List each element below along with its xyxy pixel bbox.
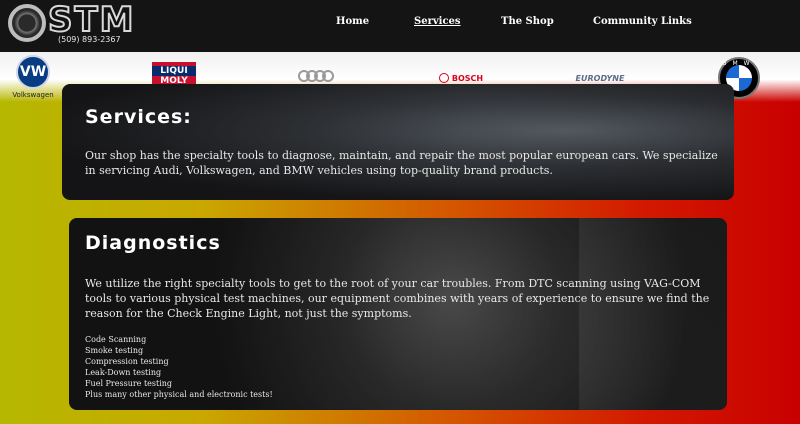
list-item: Code Scanning [85, 335, 147, 344]
diagnostics-description: We utilize the right specialty tools to … [85, 277, 710, 320]
bmw-label: BMW [722, 60, 756, 67]
diagnostics-panel: Diagnostics We utilize the right special… [69, 218, 727, 410]
list-item: Smoke testing [85, 346, 144, 355]
nav-home[interactable]: Home [336, 16, 369, 27]
vw-emblem-icon: VW [16, 55, 50, 89]
volkswagen-logo: VW Volkswagen [12, 55, 54, 99]
list-item: Fuel Pressure testing [85, 379, 173, 388]
top-navigation-bar: STM (509) 893-2367 Home Services The Sho… [0, 0, 800, 52]
bosch-label: BOSCH [451, 73, 484, 83]
nav-community-links[interactable]: Community Links [593, 16, 692, 27]
services-description: Our shop has the specialty tools to diag… [85, 149, 718, 177]
services-title: Services: [85, 106, 192, 128]
liqui-moly-top: LIQUI [152, 66, 196, 76]
audi-logo [294, 66, 338, 86]
bosch-armature-icon [438, 73, 449, 83]
list-item: Plus many other physical and electronic … [85, 390, 273, 399]
volkswagen-label: Volkswagen [12, 91, 54, 99]
nav-the-shop[interactable]: The Shop [501, 16, 554, 27]
nav-services[interactable]: Services [414, 16, 461, 27]
turbo-icon [8, 4, 46, 42]
shop-logo[interactable]: STM (509) 893-2367 [8, 0, 156, 46]
eurodyne-logo: EURODYNE [575, 73, 625, 83]
main-nav: Home Services The Shop Community Links [180, 16, 800, 32]
list-item: Compression testing [85, 357, 169, 366]
audi-rings-icon [298, 70, 334, 82]
logo-text: STM [47, 0, 136, 41]
services-panel: Services: Our shop has the specialty too… [62, 84, 734, 200]
list-item: Leak-Down testing [85, 368, 162, 377]
diagnostics-test-list: Code Scanning Smoke testing Compression … [85, 334, 273, 400]
phone-number: (509) 893-2367 [58, 35, 121, 44]
diagnostics-title: Diagnostics [85, 232, 221, 254]
